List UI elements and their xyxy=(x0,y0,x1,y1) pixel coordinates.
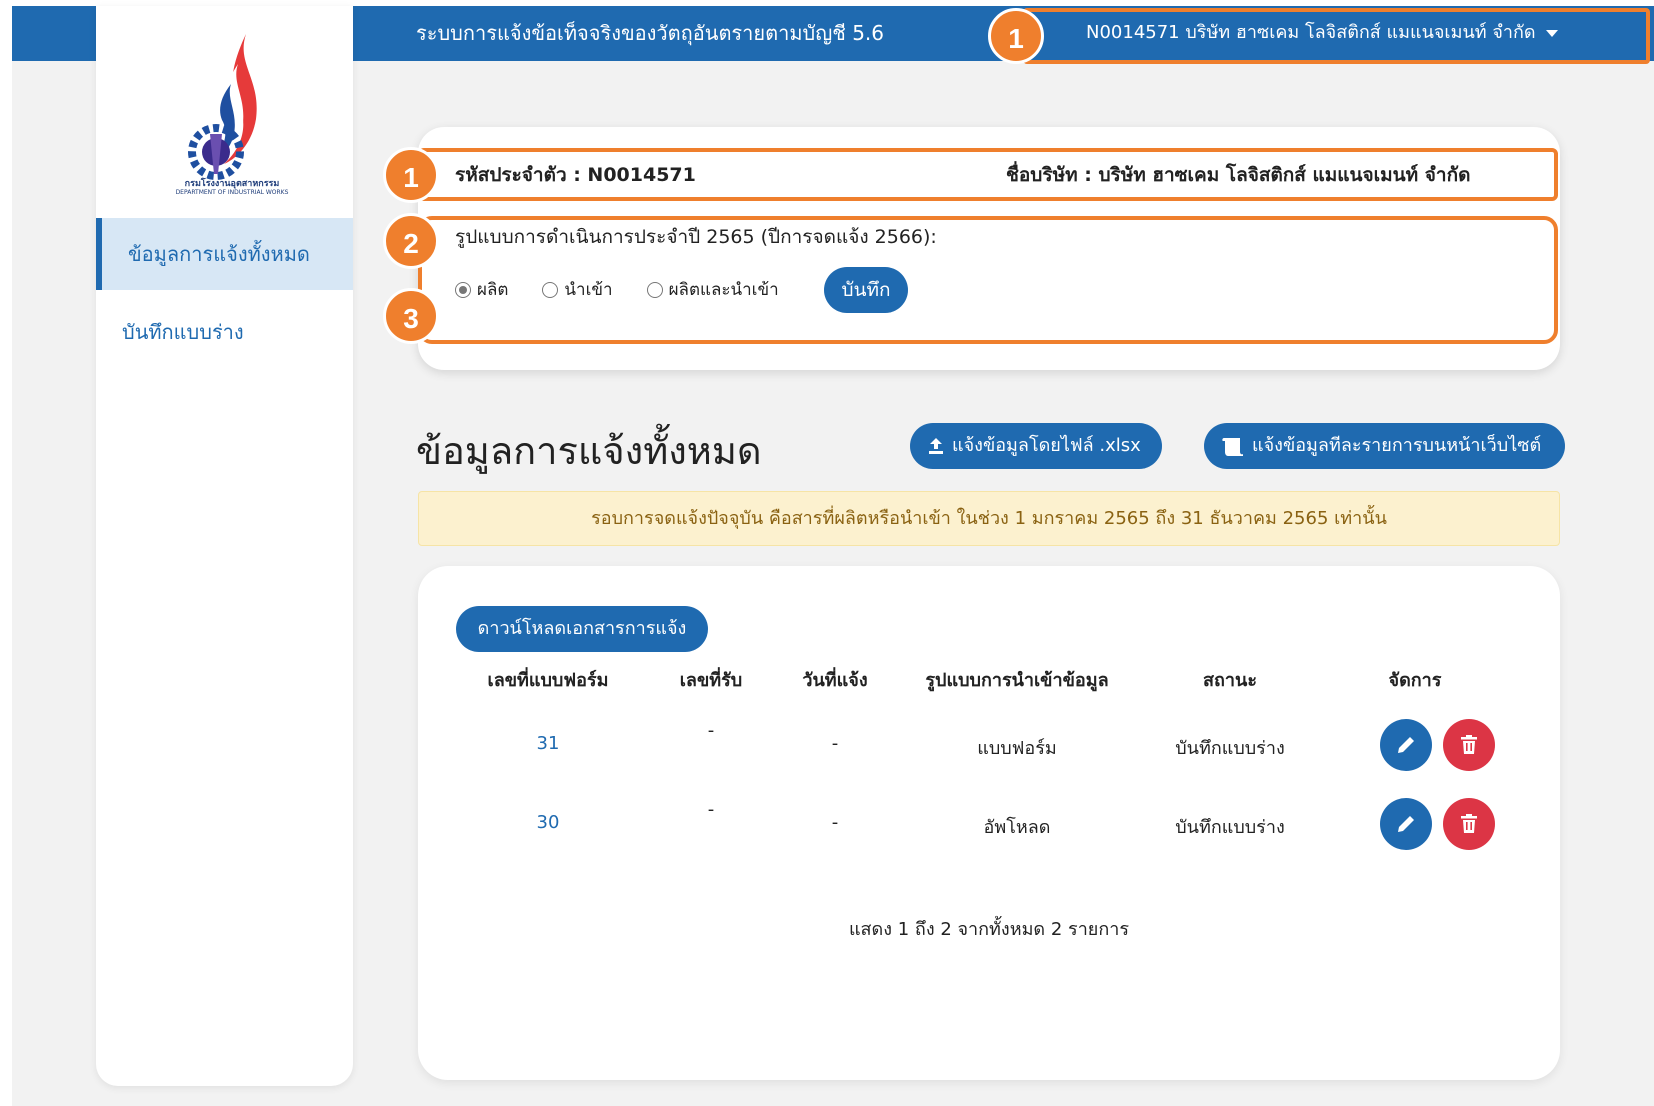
upload-icon xyxy=(929,438,943,454)
logo-text-thai: กรมโรงงานอุตสาหกรรม xyxy=(184,179,280,189)
web-entry-label: แจ้งข้อมูลทีละรายการบนหน้าเว็บไซต์ xyxy=(1252,435,1542,456)
column-header-status: สถานะ xyxy=(1203,670,1257,691)
delete-button[interactable] xyxy=(1443,798,1495,850)
callout-badge-3: 3 xyxy=(383,288,439,344)
column-header-form-no: เลขที่แบบฟอร์ม xyxy=(487,670,609,691)
edit-button[interactable] xyxy=(1380,719,1432,771)
radio-produce-and-import-circle[interactable] xyxy=(646,281,663,298)
column-header-date: วันที่แจ้ง xyxy=(802,670,868,691)
company-name: ชื่อบริษัท : บริษัท ฮาซเคม โลจิสติกส์ แม… xyxy=(1006,164,1471,186)
radio-produce[interactable]: ผลิต xyxy=(455,276,508,303)
callout-badge-1-top: 1 xyxy=(988,8,1044,64)
callout-badge-1: 1 xyxy=(383,147,439,203)
operation-mode-radio-group: ผลิต นำเข้า ผลิตและนำเข้า xyxy=(455,276,813,303)
operation-mode-label: รูปแบบการดำเนินการประจำปี 2565 (ปีการจดแ… xyxy=(455,226,937,248)
pencil-icon xyxy=(1398,816,1414,832)
receive-number: - xyxy=(707,720,715,741)
sidebar: กรมโรงงานอุตสาหกรรม DEPARTMENT OF INDUST… xyxy=(96,6,353,1086)
radio-produce-label: ผลิต xyxy=(477,280,509,300)
save-button[interactable]: บันทึก xyxy=(824,267,908,313)
input-type: อัพโหลด xyxy=(983,817,1051,838)
reporting-period-notice: รอบการจดแจ้งปัจจุบัน คือสารที่ผลิตหรือนำ… xyxy=(418,491,1560,546)
radio-import[interactable]: นำเข้า xyxy=(542,276,613,303)
report-date: - xyxy=(831,733,839,754)
status-text: บันทึกแบบร่าง xyxy=(1175,817,1285,838)
upload-xlsx-button[interactable]: แจ้งข้อมูลโดยไฟล์ .xlsx xyxy=(910,423,1162,469)
web-entry-button[interactable]: แจ้งข้อมูลทีละรายการบนหน้าเว็บไซต์ xyxy=(1204,423,1565,469)
report-date: - xyxy=(831,812,839,833)
status-text: บันทึกแบบร่าง xyxy=(1175,738,1285,759)
company-code: รหัสประจำตัว : N0014571 xyxy=(455,164,696,186)
pencil-icon xyxy=(1398,737,1414,753)
column-header-receive-no: เลขที่รับ xyxy=(679,670,743,691)
form-number-link[interactable]: 31 xyxy=(468,733,628,754)
delete-button[interactable] xyxy=(1443,719,1495,771)
scroll-icon xyxy=(1222,438,1243,456)
callout-box-company-menu xyxy=(1023,8,1650,64)
sidebar-item-all-reports[interactable]: ข้อมูลการแจ้งทั้งหมด xyxy=(96,218,353,290)
input-type: แบบฟอร์ม xyxy=(977,738,1057,759)
radio-produce-circle[interactable] xyxy=(455,281,471,298)
callout-badge-2: 2 xyxy=(383,213,439,269)
upload-xlsx-label: แจ้งข้อมูลโดยไฟล์ .xlsx xyxy=(952,435,1141,456)
logo-text-english: DEPARTMENT OF INDUSTRIAL WORKS xyxy=(175,189,289,196)
radio-import-circle[interactable] xyxy=(542,281,559,298)
page-title: ข้อมูลการแจ้งทั้งหมด xyxy=(416,429,762,473)
pagination-info: แสดง 1 ถึง 2 จากทั้งหมด 2 รายการ xyxy=(848,919,1130,940)
trash-icon xyxy=(1461,814,1477,833)
radio-produce-and-import[interactable]: ผลิตและนำเข้า xyxy=(646,276,779,303)
edit-button[interactable] xyxy=(1380,798,1432,850)
sidebar-item-drafts[interactable]: บันทึกแบบร่าง xyxy=(96,296,353,368)
column-header-actions: จัดการ xyxy=(1388,670,1442,691)
radio-produce-and-import-label: ผลิตและนำเข้า xyxy=(668,280,779,300)
receive-number: - xyxy=(707,799,715,820)
trash-icon xyxy=(1461,735,1477,754)
radio-import-label: นำเข้า xyxy=(564,280,613,300)
column-header-input-type: รูปแบบการนำเข้าข้อมูล xyxy=(925,670,1109,691)
form-number-link[interactable]: 30 xyxy=(468,812,628,833)
app-title: ระบบการแจ้งข้อเท็จจริงของวัตถุอันตรายตาม… xyxy=(416,21,884,45)
download-documents-button[interactable]: ดาวน์โหลดเอกสารการแจ้ง xyxy=(456,606,708,652)
